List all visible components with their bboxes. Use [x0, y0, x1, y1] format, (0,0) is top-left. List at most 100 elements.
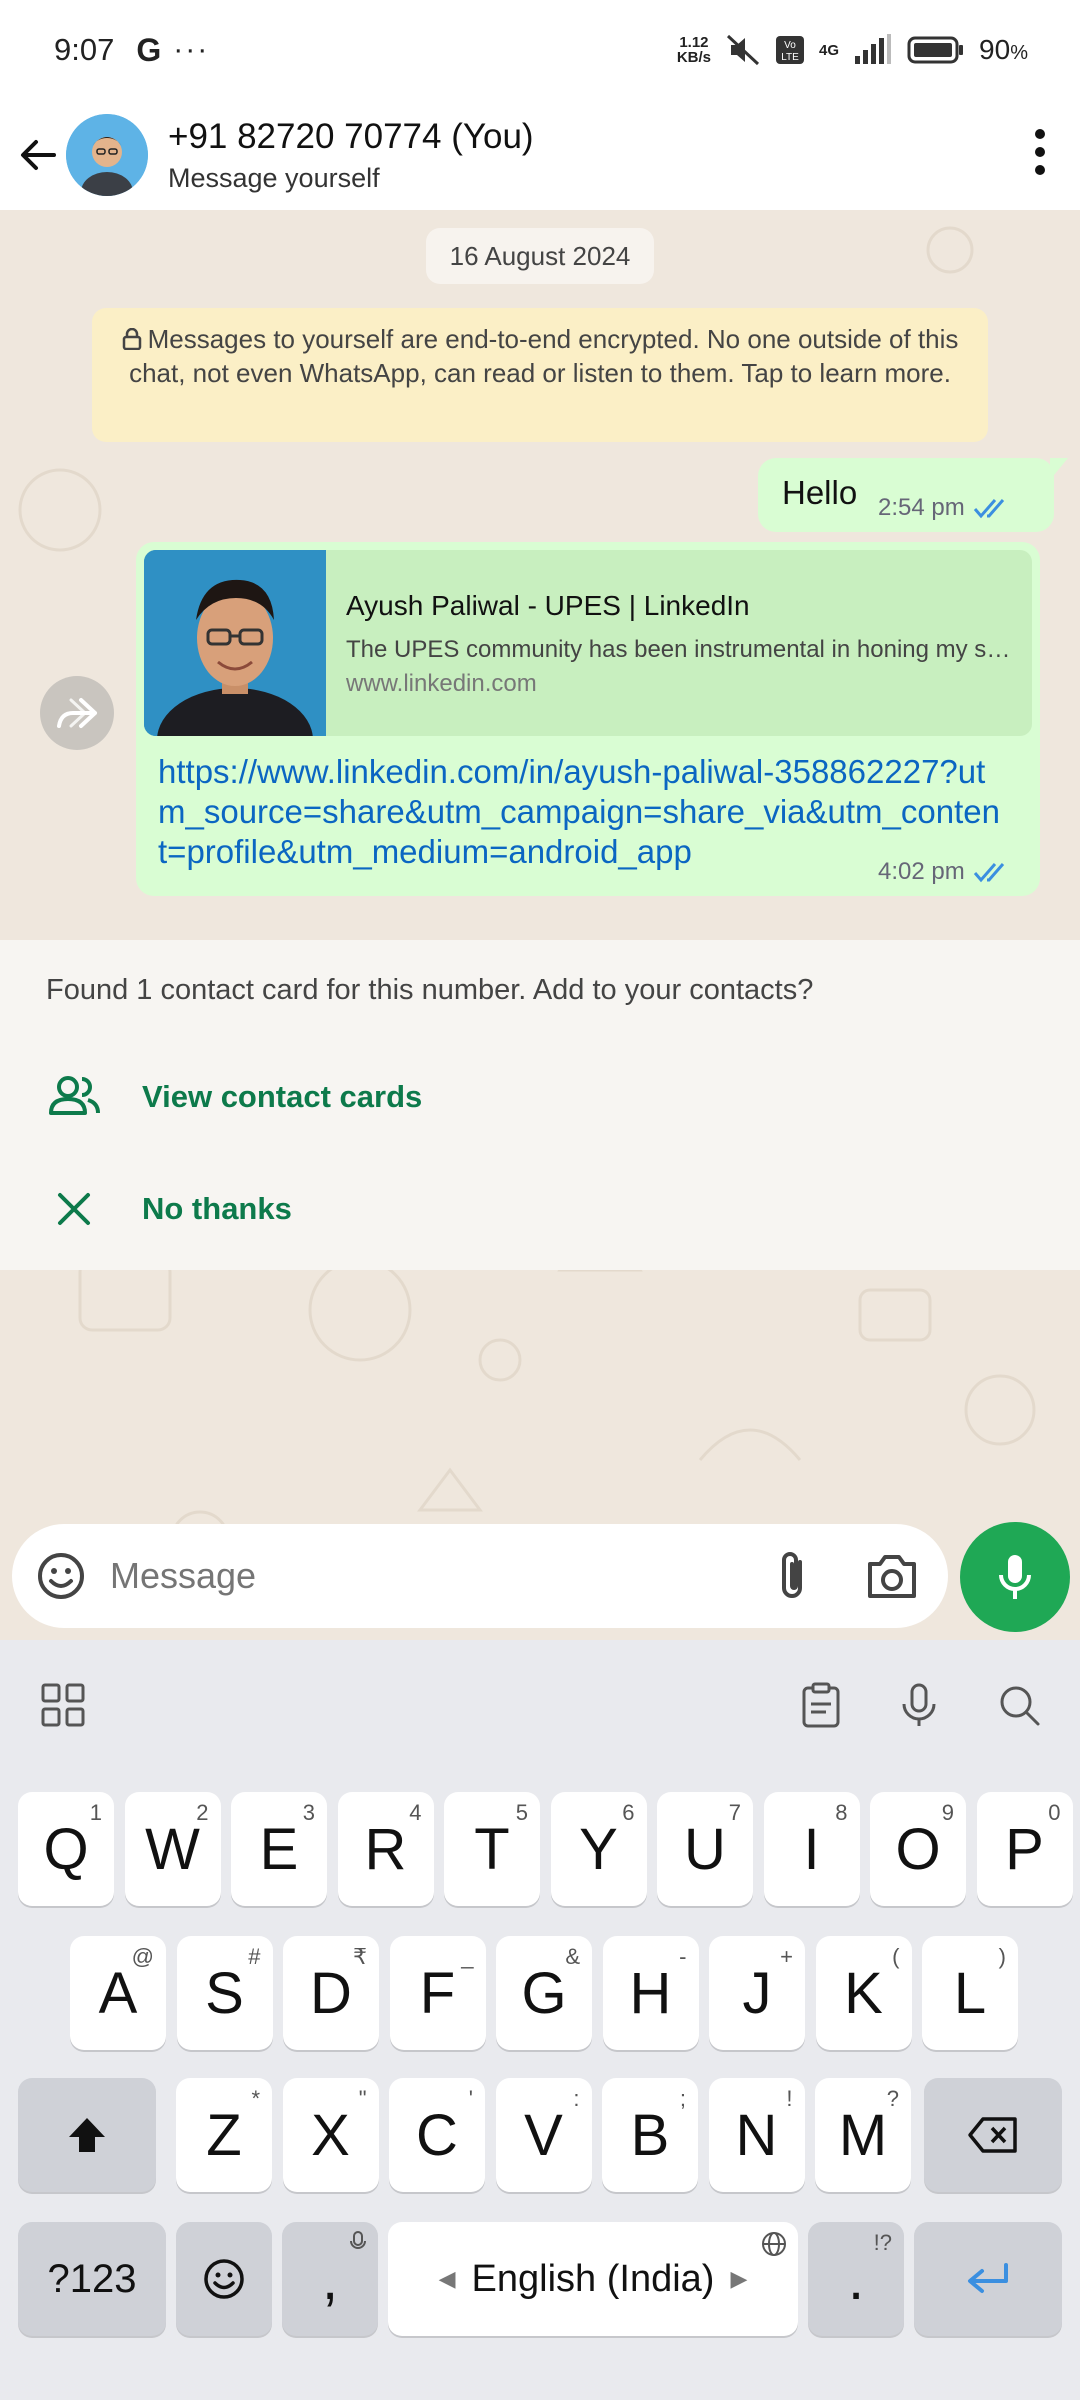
key-t[interactable]: T5	[444, 1792, 540, 1906]
message-composer	[12, 1524, 948, 1628]
contact-name: +91 82720 70774 (You)	[168, 116, 534, 156]
key-g[interactable]: G &	[496, 1936, 592, 2050]
message-time: 4:02 pm	[878, 858, 965, 885]
no-thanks-button[interactable]: No thanks	[0, 1164, 1080, 1254]
key-i[interactable]: I8	[763, 1792, 860, 1906]
double-tick-icon	[973, 863, 1004, 883]
view-contact-cards-label: View contact cards	[142, 1079, 423, 1114]
enter-icon	[968, 2263, 1008, 2293]
key-u[interactable]: U7	[657, 1792, 753, 1906]
symbols-key[interactable]: ?123	[18, 2222, 166, 2336]
globe-icon	[762, 2232, 786, 2256]
key-r[interactable]: R4	[337, 1792, 434, 1906]
contact-card-prompt: Found 1 contact card for this number. Ad…	[46, 974, 814, 1006]
voice-typing-icon[interactable]	[894, 1680, 944, 1730]
link-preview-description: The UPES community has been instrumental…	[346, 636, 1016, 663]
key-o[interactable]: O9	[870, 1792, 966, 1906]
key-x[interactable]: X "	[282, 2078, 379, 2192]
backspace-icon	[968, 2117, 1017, 2153]
key-p[interactable]: P0	[976, 1792, 1073, 1906]
people-icon	[49, 1076, 100, 1115]
date-chip: 16 August 2024	[426, 228, 654, 284]
battery-percent: 90%	[979, 34, 1028, 65]
attach-icon[interactable]	[770, 1548, 818, 1604]
signal-icon	[855, 34, 892, 64]
link-preview-title: Ayush Paliwal - UPES | LinkedIn	[346, 590, 750, 621]
status-bar: 9:07 G ··· 1.12 KB/s Vo LTE 4G 90%	[0, 0, 1080, 100]
backspace-key[interactable]	[924, 2078, 1062, 2192]
key-j[interactable]: J +	[709, 1936, 805, 2050]
shift-icon	[69, 2118, 105, 2152]
mic-hint-icon	[350, 2231, 366, 2249]
more-options-icon[interactable]	[1030, 122, 1050, 182]
link-preview[interactable]: Ayush Paliwal - UPES | LinkedIn The UPES…	[144, 550, 1032, 736]
contact-info[interactable]: +91 82720 70774 (You) Message yourself	[168, 117, 534, 194]
keyboard: Q 1 W 2 E 3 R 4 T 5 Y 6 U 7 I 8 O 9 P 0 A @ S # D ₹ F _ G & H - J + K(L) Z *…	[0, 1640, 1080, 2400]
status-time: 9:07	[54, 32, 115, 67]
key-f[interactable]: F _	[389, 1936, 486, 2050]
key-l[interactable]: L)	[922, 1936, 1018, 2050]
key-b[interactable]: B;	[602, 2078, 698, 2192]
message-bubble-link[interactable]: Ayush Paliwal - UPES | LinkedIn The UPES…	[136, 542, 1040, 896]
comma-key[interactable]: ,	[282, 2222, 378, 2336]
mute-icon	[727, 34, 760, 66]
key-y[interactable]: Y6	[550, 1792, 647, 1906]
key-s[interactable]: S #	[176, 1936, 273, 2050]
voice-message-button[interactable]	[960, 1522, 1070, 1632]
network-type: 4G	[819, 41, 840, 59]
message-meta: 4:02 pm	[878, 858, 1011, 886]
link-preview-domain: www.linkedin.com	[346, 670, 537, 697]
google-icon: G	[136, 31, 162, 68]
more-notifications-icon: ···	[173, 33, 210, 66]
keyboard-toolbar	[0, 1640, 1080, 1770]
encryption-notice[interactable]: Messages to yourself are end-to-end encr…	[92, 308, 988, 442]
key-q[interactable]: Q1	[18, 1792, 114, 1906]
space-key[interactable]: ◀ English (India) ▶	[388, 2222, 798, 2336]
message-input[interactable]	[110, 1555, 770, 1597]
key-h[interactable]: H-	[602, 1936, 699, 2050]
key-m[interactable]: M?	[815, 2078, 911, 2192]
battery-icon	[907, 36, 964, 64]
svg-text:Vo: Vo	[784, 40, 796, 51]
period-key[interactable]: . !?	[808, 2222, 904, 2336]
search-icon[interactable]	[994, 1680, 1044, 1730]
double-tick-icon	[973, 499, 1004, 519]
link-preview-thumbnail	[144, 550, 326, 736]
shift-key[interactable]	[18, 2078, 156, 2192]
microphone-icon	[999, 1555, 1031, 1599]
message-link[interactable]: https://www.linkedin.com/in/ayush-paliwa…	[158, 752, 1008, 872]
message-bubble[interactable]: Hello 2:54 pm	[758, 458, 1068, 532]
forward-button[interactable]	[40, 676, 114, 750]
key-v[interactable]: V:	[495, 2078, 592, 2192]
message-time: 2:54 pm	[878, 494, 965, 521]
key-c[interactable]: C '	[389, 2078, 485, 2192]
avatar[interactable]	[66, 114, 148, 196]
key-k[interactable]: K(	[815, 1936, 912, 2050]
space-label: English (India)	[471, 2257, 715, 2300]
volte-icon: Vo LTE	[776, 36, 805, 64]
key-n[interactable]: N!	[708, 2078, 805, 2192]
clipboard-icon[interactable]	[796, 1680, 846, 1730]
back-arrow-icon[interactable]	[18, 135, 58, 175]
chat-header: +91 82720 70774 (You) Message yourself	[0, 100, 1080, 210]
key-e[interactable]: E3	[231, 1792, 327, 1906]
contact-subtitle: Message yourself	[168, 162, 380, 193]
key-d[interactable]: D ₹	[283, 1936, 379, 2050]
key-w[interactable]: W2	[124, 1792, 221, 1906]
emoji-icon	[204, 2259, 244, 2299]
key-z[interactable]: Z *	[176, 2078, 272, 2192]
view-contact-cards-button[interactable]: View contact cards	[0, 1052, 1080, 1142]
camera-icon[interactable]	[864, 1550, 920, 1602]
no-thanks-label: No thanks	[142, 1191, 292, 1226]
chat-area[interactable]: 16 August 2024 Messages to yourself are …	[0, 210, 1080, 1640]
apps-grid-icon[interactable]	[38, 1680, 88, 1730]
emoji-key[interactable]	[176, 2222, 272, 2336]
contact-card-panel: Found 1 contact card for this number. Ad…	[0, 940, 1080, 1270]
lock-icon	[122, 327, 141, 351]
message-meta: 2:54 pm	[878, 494, 1011, 522]
forward-icon	[57, 698, 97, 728]
key-a[interactable]: A @	[70, 1936, 166, 2050]
enter-key[interactable]	[914, 2222, 1062, 2336]
emoji-icon[interactable]	[36, 1551, 86, 1601]
net-speed: 1.12 KB/s	[676, 34, 712, 66]
